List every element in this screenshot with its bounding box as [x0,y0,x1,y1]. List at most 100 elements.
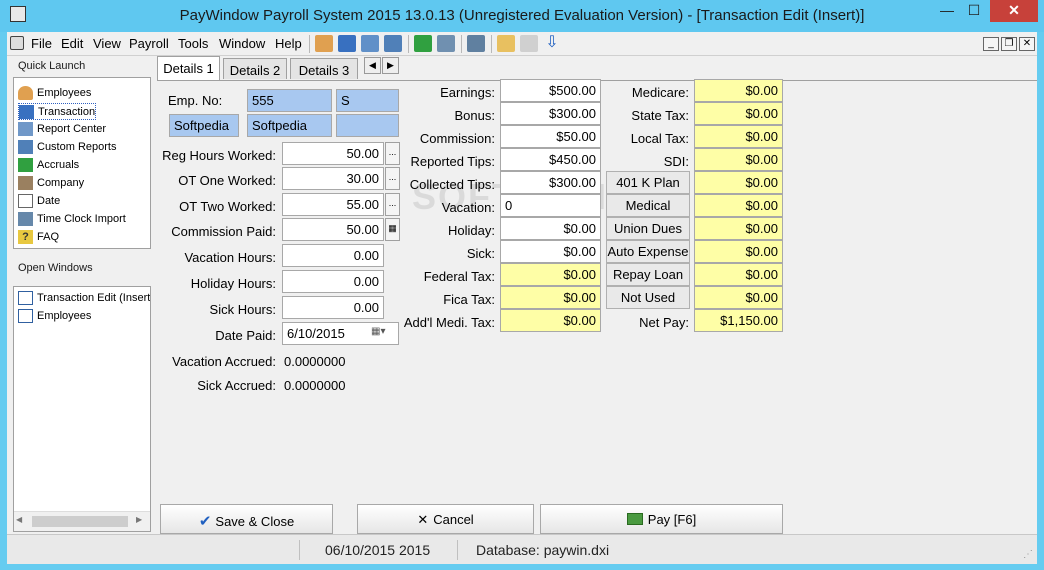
quick-item-transaction[interactable]: Transaction [18,103,96,120]
scroll-right-icon[interactable]: ▶ [136,515,148,527]
401k-plan-field[interactable]: $0.00 [694,171,783,194]
menu-file[interactable]: File [31,36,52,51]
minimize-button[interactable]: — [934,0,960,22]
menu-help[interactable]: Help [275,36,302,51]
fica-tax-field[interactable]: $0.00 [500,286,601,309]
holiday-field[interactable]: $0.00 [500,217,601,240]
sick-label: Sick: [466,246,495,261]
vacation-field[interactable]: 0 [500,194,601,217]
vacation-hours-field[interactable]: 0.00 [282,244,384,267]
status-separator [457,540,458,560]
arrow-down-icon[interactable]: ⇩ [543,35,561,52]
union-dues-button[interactable]: Union Dues [606,217,690,240]
copy-toolbar-icon[interactable] [437,35,455,52]
maximize-button[interactable]: ☐ [961,0,987,22]
medicare-label: Medicare: [631,85,689,100]
sick-hours-field[interactable]: 0.00 [282,296,384,319]
mdi-restore-icon[interactable]: ❐ [1001,37,1017,51]
cancel-button[interactable]: ✕ Cancel [357,504,534,534]
folder-search-toolbar-icon[interactable] [520,35,538,52]
sick-field[interactable]: $0.00 [500,240,601,263]
reg-hours-label: Reg Hours Worked: [162,148,276,163]
local-tax-field[interactable]: $0.00 [694,125,783,148]
collected-tips-field[interactable]: $300.00 [500,171,601,194]
holiday-label: Holiday: [448,223,495,238]
employee-toolbar-icon[interactable] [315,35,333,52]
emp-no-field[interactable]: 555 [247,89,332,112]
auto-expense-button[interactable]: Auto Expense [606,240,690,263]
medical-button[interactable]: Medical [606,194,690,217]
horizontal-scrollbar[interactable]: ◀ ▶ [14,511,150,531]
sdi-field[interactable]: $0.00 [694,148,783,171]
money-icon [626,513,643,525]
holiday-hours-label: Holiday Hours: [190,276,276,291]
state-tax-field[interactable]: $0.00 [694,102,783,125]
resize-grip-icon[interactable]: ⋰ [1023,549,1033,560]
tab-details-1[interactable]: Details 1 [157,56,220,80]
reported-tips-field[interactable]: $450.00 [500,148,601,171]
window-title: PayWindow Payroll System 2015 13.0.13 (U… [179,7,865,24]
local-tax-label: Local Tax: [630,131,689,146]
close-button[interactable]: ✕ [990,0,1038,22]
save-toolbar-icon[interactable] [338,35,356,52]
company-field-1[interactable]: Softpedia [169,114,239,137]
vacation-hours-label: Vacation Hours: [184,250,276,265]
not-used-button[interactable]: Not Used [606,286,690,309]
menu-window[interactable]: Window [219,36,265,51]
sdi-label: SDI: [663,154,689,169]
net-pay-label: Net Pay: [639,315,689,330]
ot-one-label: OT One Worked: [178,173,276,188]
vacation-accrued-label: Vacation Accrued: [172,354,276,369]
bonus-field[interactable]: $300.00 [500,102,601,125]
repay-loan-button[interactable]: Repay Loan [606,263,690,286]
medical-field[interactable]: $0.00 [694,194,783,217]
mdi-child-icon[interactable] [10,36,24,50]
folder-lock-toolbar-icon[interactable] [497,35,515,52]
commission-paid-field[interactable]: 50.00 [282,218,384,241]
addl-medi-tax-field[interactable]: $0.00 [500,309,601,332]
calendar-dropdown-icon[interactable]: ▦▾ [371,326,385,337]
report-toolbar-icon[interactable] [361,35,379,52]
commission-paid-label: Commission Paid: [171,224,276,239]
sick-hours-label: Sick Hours: [209,302,276,317]
scroll-left-icon[interactable]: ◀ [16,515,28,527]
auto-expense-field[interactable]: $0.00 [694,240,783,263]
bonus-label: Bonus: [454,108,495,123]
tab-details-2[interactable]: Details 2 [223,58,287,79]
tab-scroll-right-icon[interactable]: ▶ [382,57,399,74]
reg-hours-field[interactable]: 50.00 [282,142,384,165]
status-database: Database: paywin.dxi [476,542,610,558]
date-paid-picker[interactable]: 6/10/2015 ▦▾ [282,322,399,345]
menu-view[interactable]: View [93,36,121,51]
holiday-hours-field[interactable]: 0.00 [282,270,384,293]
vacation-accrued-value: 0.0000000 [284,354,346,369]
401k-plan-button[interactable]: 401 K Plan [606,171,690,194]
scrollbar-thumb[interactable] [32,516,128,527]
print-toolbar-icon[interactable] [384,35,402,52]
ot-two-field[interactable]: 55.00 [282,193,384,216]
calendar-toolbar-icon[interactable] [467,35,485,52]
menu-edit[interactable]: Edit [61,36,83,51]
app-window: PayWindow Payroll System 2015 13.0.13 (U… [0,0,1044,570]
union-dues-field[interactable]: $0.00 [694,217,783,240]
pay-button[interactable]: Pay [F6] [540,504,783,534]
company-field-2[interactable]: Softpedia [247,114,332,137]
menu-payroll[interactable]: Payroll [129,36,169,51]
earnings-field[interactable]: $500.00 [500,79,601,102]
commission-field[interactable]: $50.00 [500,125,601,148]
date-paid-value: 6/10/2015 [287,326,345,341]
mdi-close-icon[interactable]: ✕ [1019,37,1035,51]
add-toolbar-icon[interactable] [414,35,432,52]
save-close-button[interactable]: ✔ Save & Close [160,504,333,534]
repay-loan-field[interactable]: $0.00 [694,263,783,286]
tab-scroll-left-icon[interactable]: ◀ [364,57,381,74]
federal-tax-field[interactable]: $0.00 [500,263,601,286]
mdi-minimize-icon[interactable]: _ [983,37,999,51]
sick-accrued-label: Sick Accrued: [197,378,276,393]
not-used-field[interactable]: $0.00 [694,286,783,309]
menu-bar: File Edit View Payroll Tools Window Help… [7,32,1037,56]
menu-tools[interactable]: Tools [178,36,208,51]
ot-one-field[interactable]: 30.00 [282,167,384,190]
medicare-field[interactable]: $0.00 [694,79,783,102]
tab-details-3[interactable]: Details 3 [290,58,358,79]
